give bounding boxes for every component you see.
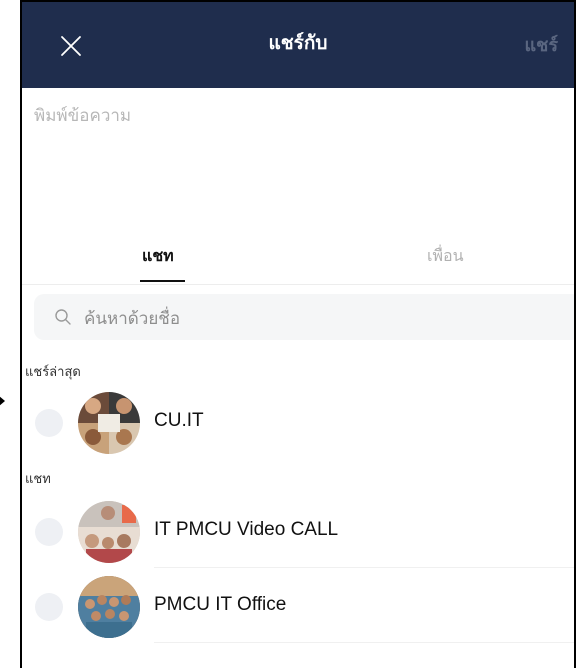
section-recent-label: แชร์ล่าสุด — [25, 365, 81, 380]
list-item[interactable]: PMCU IT Office — [22, 576, 574, 638]
pointer-arrow-icon — [0, 396, 5, 406]
frame-right-border — [574, 0, 576, 668]
row-divider — [154, 642, 574, 643]
row-divider — [154, 567, 574, 568]
list-item[interactable]: CU.IT — [22, 392, 574, 454]
tab-active-indicator — [140, 280, 185, 282]
tab-chat[interactable]: แชท — [142, 244, 174, 269]
section-chat-label: แชท — [25, 472, 51, 487]
video-call-photo-avatar — [78, 501, 140, 563]
message-input[interactable] — [32, 100, 556, 132]
share-sheet: แชร์กับ แชร์ แชท เพื่อน ค้นหาด้วยชื่อ แช… — [22, 2, 574, 668]
chat-name: IT PMCU Video CALL — [154, 519, 339, 540]
search-input[interactable]: ค้นหาด้วยชื่อ — [34, 294, 574, 340]
list-item[interactable]: IT PMCU Video CALL — [22, 501, 574, 563]
header-title: แชร์กับ — [268, 32, 328, 54]
chat-name: PMCU IT Office — [154, 594, 287, 615]
tab-bar: แชท เพื่อน — [22, 232, 574, 285]
select-radio[interactable] — [35, 409, 63, 437]
select-radio[interactable] — [35, 518, 63, 546]
tab-friends[interactable]: เพื่อน — [427, 244, 464, 269]
team-photo-avatar — [78, 576, 140, 638]
share-button[interactable]: แชร์ — [525, 30, 559, 59]
select-radio[interactable] — [35, 593, 63, 621]
tab-divider — [22, 284, 574, 285]
chat-name: CU.IT — [154, 410, 204, 431]
search-icon — [55, 309, 71, 325]
header-bar: แชร์กับ แชร์ — [22, 2, 574, 88]
search-placeholder: ค้นหาด้วยชื่อ — [84, 309, 181, 329]
group-photo-avatar — [78, 392, 140, 454]
